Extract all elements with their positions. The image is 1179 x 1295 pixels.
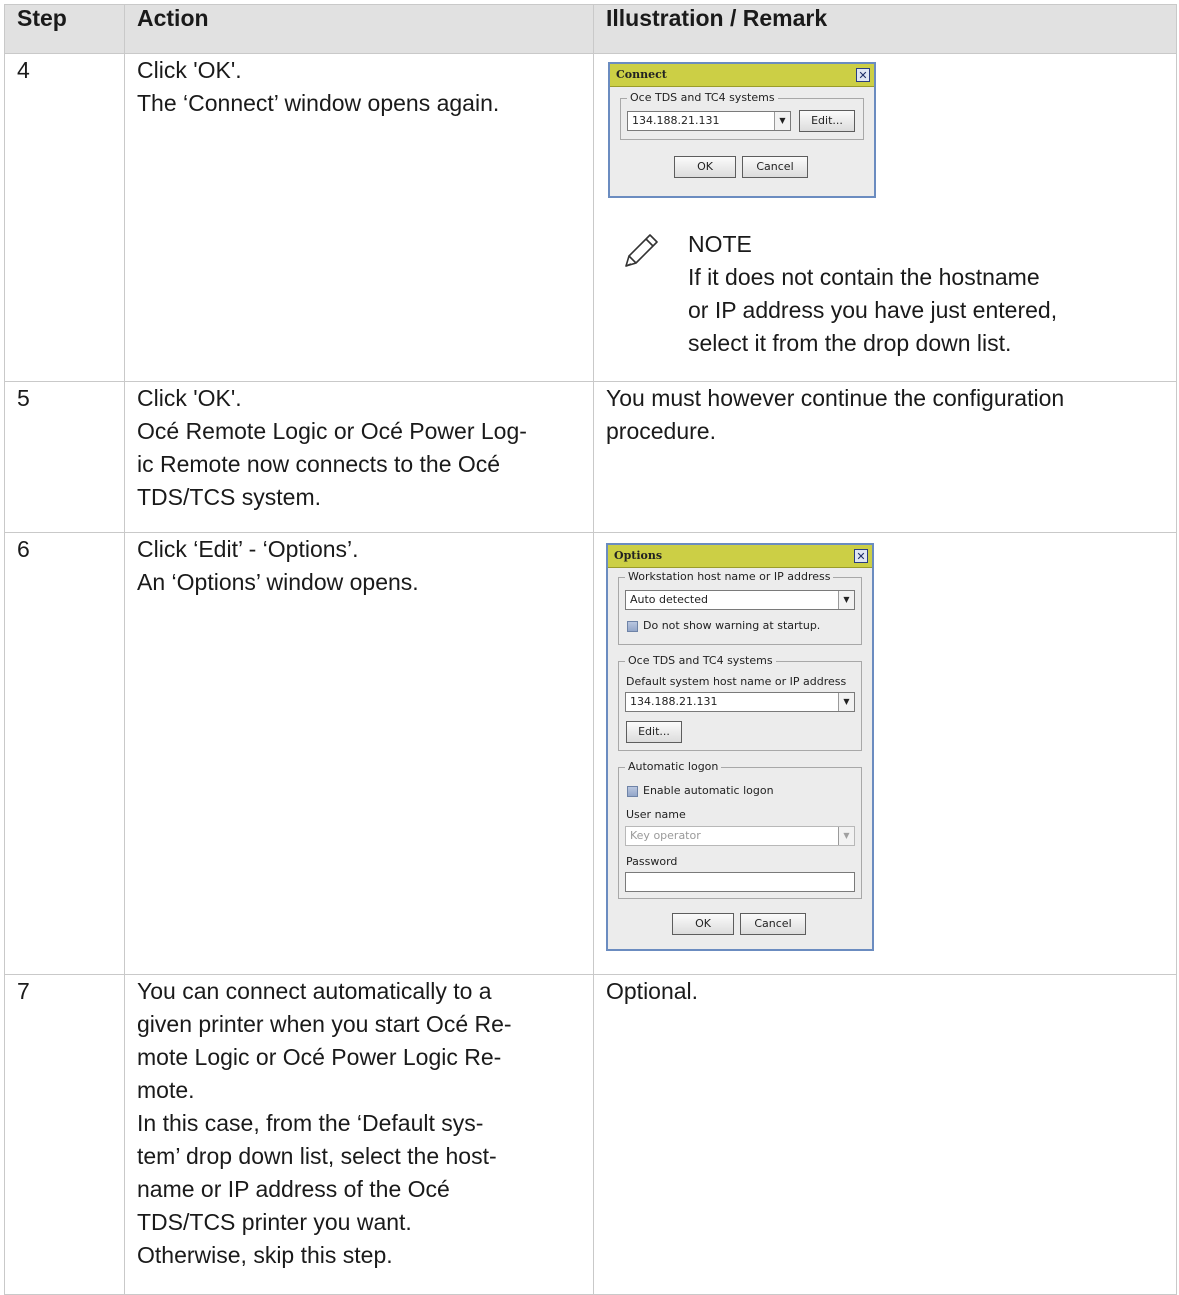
- note-heading: NOTE: [688, 231, 752, 257]
- remark-cell: Options ✕ Workstation host name or IP ad…: [593, 532, 1177, 975]
- systems-group: Oce TDS and TC4 systems Default system h…: [618, 654, 862, 751]
- password-label: Password: [626, 855, 678, 868]
- host-value: 134.188.21.131: [632, 114, 720, 127]
- close-icon[interactable]: ✕: [854, 549, 868, 563]
- dialog-title: Connect: [616, 68, 667, 81]
- cancel-button[interactable]: Cancel: [742, 156, 808, 178]
- note-block: NOTE If it does not contain the hostname…: [620, 228, 1164, 360]
- remark-cell: Optional.: [593, 974, 1177, 1295]
- dialog-title-bar: Options ✕: [608, 545, 872, 568]
- action-line: An ‘Options’ window opens.: [137, 569, 419, 595]
- ok-button[interactable]: OK: [674, 156, 736, 178]
- header-action: Action: [124, 4, 594, 54]
- table-row-step-7: 7 You can connect automatically to a giv…: [4, 974, 1177, 1295]
- logon-group: Automatic logon Enable automatic logon U…: [618, 760, 862, 899]
- remark-line: You must however continue the configurat…: [606, 385, 1065, 411]
- workstation-combobox[interactable]: Auto detected ▼: [625, 590, 855, 610]
- note-line: If it does not contain the hostname: [688, 264, 1040, 290]
- action-line: You can connect automatically to a: [137, 978, 492, 1004]
- action-cell: You can connect automatically to a given…: [124, 974, 594, 1295]
- note-line: or IP address you have just entered,: [688, 297, 1058, 323]
- ok-button[interactable]: OK: [672, 913, 734, 935]
- table-row-step-4: 4 Click 'OK'. The ‘Connect’ window opens…: [4, 53, 1177, 382]
- chevron-down-icon[interactable]: ▼: [838, 591, 854, 609]
- checkbox-label: Enable automatic logon: [643, 784, 774, 797]
- action-cell: Click 'OK'. The ‘Connect’ window opens a…: [124, 53, 594, 382]
- pencil-icon: [625, 234, 658, 267]
- action-cell: Click ‘Edit’ - ‘Options’. An ‘Options’ w…: [124, 532, 594, 975]
- action-line: name or IP address of the Océ: [137, 1176, 450, 1202]
- action-line: given printer when you start Océ Re-: [137, 1011, 512, 1037]
- action-line: tem’ drop down list, select the host-: [137, 1143, 497, 1169]
- remark-cell: You must however continue the configurat…: [593, 381, 1177, 533]
- default-host-value: 134.188.21.131: [630, 695, 718, 708]
- action-line: Click 'OK'.: [137, 385, 242, 411]
- cancel-button[interactable]: Cancel: [740, 913, 806, 935]
- action-line: mote Logic or Océ Power Logic Re-: [137, 1044, 502, 1070]
- default-host-label: Default system host name or IP address: [626, 675, 847, 688]
- header-step: Step: [4, 4, 125, 54]
- step-number: 6: [4, 532, 125, 975]
- note-text: NOTE If it does not contain the hostname…: [688, 228, 1057, 360]
- remark-cell: Connect ✕ Oce TDS and TC4 systems 134.18…: [593, 53, 1177, 382]
- chevron-down-icon[interactable]: ▼: [838, 693, 854, 711]
- group-label: Automatic logon: [625, 760, 722, 774]
- password-field[interactable]: [625, 872, 855, 892]
- header-remark: Illustration / Remark: [593, 4, 1177, 54]
- checkbox-box[interactable]: [627, 620, 638, 632]
- edit-button[interactable]: Edit...: [626, 721, 682, 743]
- close-icon[interactable]: ✕: [856, 68, 870, 82]
- group-label: Workstation host name or IP address: [625, 570, 834, 584]
- remark-line: Optional.: [606, 978, 699, 1004]
- enable-logon-checkbox[interactable]: Enable automatic logon: [627, 784, 774, 798]
- action-line: TDS/TCS printer you want.: [137, 1209, 412, 1235]
- no-warning-checkbox[interactable]: Do not show warning at startup.: [627, 619, 820, 633]
- step-number: 4: [4, 53, 125, 382]
- host-combobox[interactable]: 134.188.21.131 ▼: [627, 111, 791, 131]
- default-host-combobox[interactable]: 134.188.21.131 ▼: [625, 692, 855, 712]
- chevron-down-icon[interactable]: ▼: [774, 112, 790, 130]
- checkbox-label: Do not show warning at startup.: [643, 619, 821, 632]
- group-label: Oce TDS and TC4 systems: [625, 654, 776, 668]
- workstation-group: Workstation host name or IP address Auto…: [618, 570, 862, 645]
- connect-dialog: Connect ✕ Oce TDS and TC4 systems 134.18…: [608, 62, 876, 198]
- table-header-row: Step Action Illustration / Remark: [4, 4, 1177, 54]
- action-line: The ‘Connect’ window opens again.: [137, 90, 500, 116]
- checkbox-box[interactable]: [627, 785, 638, 797]
- action-line: Click 'OK'.: [137, 57, 242, 83]
- dialog-title-bar: Connect ✕: [610, 64, 874, 87]
- action-line: Click ‘Edit’ - ‘Options’.: [137, 536, 359, 562]
- note-line: select it from the drop down list.: [688, 330, 1012, 356]
- action-line: Océ Remote Logic or Océ Power Log-: [137, 418, 527, 444]
- step-number: 7: [4, 974, 125, 1295]
- remark-line: procedure.: [606, 418, 716, 444]
- table-row-step-5: 5 Click 'OK'. Océ Remote Logic or Océ Po…: [4, 381, 1177, 533]
- user-name-value: Key operator: [630, 829, 701, 842]
- table-row-step-6: 6 Click ‘Edit’ - ‘Options’. An ‘Options’…: [4, 532, 1177, 975]
- action-line: ic Remote now connects to the Océ: [137, 451, 501, 477]
- action-cell: Click 'OK'. Océ Remote Logic or Océ Powe…: [124, 381, 594, 533]
- edit-button[interactable]: Edit...: [799, 110, 855, 132]
- options-dialog: Options ✕ Workstation host name or IP ad…: [606, 543, 874, 951]
- dialog-title: Options: [614, 549, 663, 562]
- action-line: mote.: [137, 1077, 195, 1103]
- user-name-label: User name: [626, 808, 686, 821]
- user-name-combobox[interactable]: Key operator ▼: [625, 826, 855, 846]
- chevron-down-icon[interactable]: ▼: [838, 827, 854, 845]
- group-label: Oce TDS and TC4 systems: [627, 91, 778, 105]
- workstation-value: Auto detected: [630, 593, 708, 606]
- step-number: 5: [4, 381, 125, 533]
- steps-table: Step Action Illustration / Remark 4 Clic…: [4, 4, 1177, 1295]
- action-line: In this case, from the ‘Default sys-: [137, 1110, 484, 1136]
- systems-group: Oce TDS and TC4 systems 134.188.21.131 ▼…: [620, 91, 864, 140]
- action-line: TDS/TCS system.: [137, 484, 322, 510]
- action-line: Otherwise, skip this step.: [137, 1242, 393, 1268]
